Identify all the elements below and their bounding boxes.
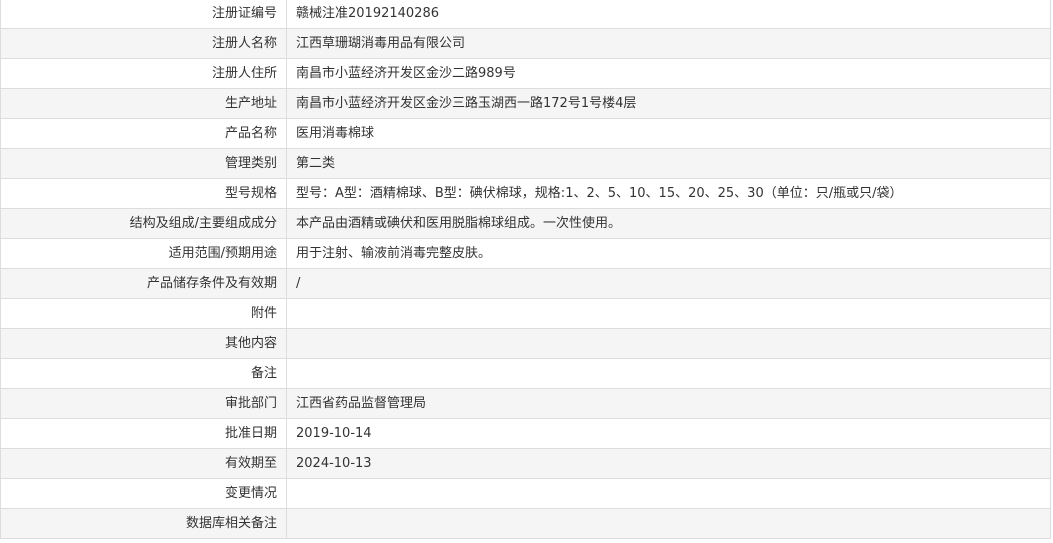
- table-row: 生产地址 南昌市小蓝经济开发区金沙三路玉湖西一路172号1号楼4层: [0, 88, 1051, 119]
- table-row: 管理类别 第二类: [0, 148, 1051, 179]
- row-label: 备注: [0, 358, 287, 389]
- row-label: 批准日期: [0, 418, 287, 449]
- row-value: 2024-10-13: [286, 448, 1051, 479]
- row-label: 适用范围/预期用途: [0, 238, 287, 269]
- row-value: 医用消毒棉球: [286, 118, 1051, 149]
- table-row: 适用范围/预期用途 用于注射、输液前消毒完整皮肤。: [0, 238, 1051, 269]
- row-label: 数据库相关备注: [0, 508, 287, 539]
- row-value: [286, 508, 1051, 539]
- row-value: 南昌市小蓝经济开发区金沙三路玉湖西一路172号1号楼4层: [286, 88, 1051, 119]
- table-row: 批准日期 2019-10-14: [0, 418, 1051, 449]
- row-value: 用于注射、输液前消毒完整皮肤。: [286, 238, 1051, 269]
- row-label: 变更情况: [0, 478, 287, 509]
- table-row: 注册人名称 江西草珊瑚消毒用品有限公司: [0, 28, 1051, 59]
- row-value: 赣械注准20192140286: [286, 0, 1051, 29]
- row-value: 南昌市小蓝经济开发区金沙二路989号: [286, 58, 1051, 89]
- table-row: 结构及组成/主要组成成分 本产品由酒精或碘伏和医用脱脂棉球组成。一次性使用。: [0, 208, 1051, 239]
- table-row: 数据库相关备注: [0, 508, 1051, 539]
- registration-detail-table: 注册证编号 赣械注准20192140286 注册人名称 江西草珊瑚消毒用品有限公…: [0, 0, 1051, 539]
- row-label: 管理类别: [0, 148, 287, 179]
- table-row: 型号规格 型号：A型：酒精棉球、B型：碘伏棉球，规格:1、2、5、10、15、2…: [0, 178, 1051, 209]
- row-value: 江西草珊瑚消毒用品有限公司: [286, 28, 1051, 59]
- row-label: 产品名称: [0, 118, 287, 149]
- row-label: 结构及组成/主要组成成分: [0, 208, 287, 239]
- table-row: 变更情况: [0, 478, 1051, 509]
- row-value: [286, 358, 1051, 389]
- row-label: 附件: [0, 298, 287, 329]
- row-label: 产品储存条件及有效期: [0, 268, 287, 299]
- row-value: /: [286, 268, 1051, 299]
- table-row: 备注: [0, 358, 1051, 389]
- row-value: 江西省药品监督管理局: [286, 388, 1051, 419]
- row-label: 审批部门: [0, 388, 287, 419]
- table-row: 附件: [0, 298, 1051, 329]
- row-value: [286, 298, 1051, 329]
- table-row: 产品名称 医用消毒棉球: [0, 118, 1051, 149]
- row-value: 本产品由酒精或碘伏和医用脱脂棉球组成。一次性使用。: [286, 208, 1051, 239]
- row-value: [286, 478, 1051, 509]
- table-row: 有效期至 2024-10-13: [0, 448, 1051, 479]
- table-row: 产品储存条件及有效期 /: [0, 268, 1051, 299]
- row-label: 注册证编号: [0, 0, 287, 29]
- row-label: 其他内容: [0, 328, 287, 359]
- row-value: 2019-10-14: [286, 418, 1051, 449]
- row-label: 有效期至: [0, 448, 287, 479]
- row-label: 生产地址: [0, 88, 287, 119]
- row-value: [286, 328, 1051, 359]
- row-label: 注册人住所: [0, 58, 287, 89]
- table-row: 审批部门 江西省药品监督管理局: [0, 388, 1051, 419]
- table-row: 其他内容: [0, 328, 1051, 359]
- row-value: 型号：A型：酒精棉球、B型：碘伏棉球，规格:1、2、5、10、15、20、25、…: [286, 178, 1051, 209]
- row-label: 注册人名称: [0, 28, 287, 59]
- table-row: 注册证编号 赣械注准20192140286: [0, 0, 1051, 29]
- row-label: 型号规格: [0, 178, 287, 209]
- row-value: 第二类: [286, 148, 1051, 179]
- table-row: 注册人住所 南昌市小蓝经济开发区金沙二路989号: [0, 58, 1051, 89]
